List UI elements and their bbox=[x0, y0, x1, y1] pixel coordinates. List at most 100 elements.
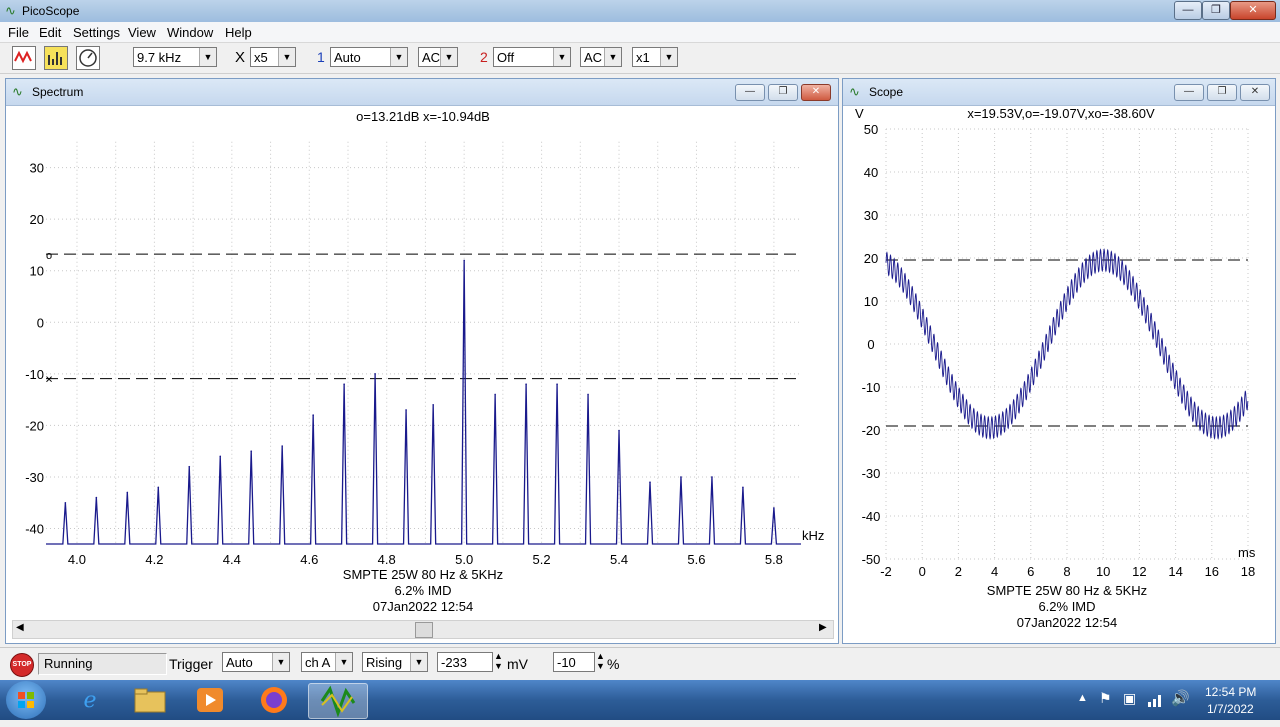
scope-x-tick-label: 12 bbox=[1132, 564, 1146, 579]
pretrigger-unit: % bbox=[607, 656, 620, 672]
menu-window[interactable]: Window bbox=[167, 25, 213, 40]
scroll-left-arrow-icon[interactable]: ◀ bbox=[16, 622, 24, 633]
spectrum-y-tick-label: 30 bbox=[30, 161, 44, 176]
network-signal-icon[interactable] bbox=[1147, 690, 1165, 708]
trigger-label: Trigger bbox=[169, 656, 213, 672]
internet-explorer-icon[interactable]: ℯ bbox=[66, 683, 114, 717]
scope-caption-line: 6.2% IMD bbox=[1038, 599, 1095, 614]
zoom-select[interactable]: x5 ▼ bbox=[250, 47, 296, 67]
spectrum-peak-point bbox=[126, 491, 129, 494]
trigger-level-unit: mV bbox=[507, 656, 528, 672]
menu-help[interactable]: Help bbox=[225, 25, 252, 40]
scope-y-tick-label: -20 bbox=[862, 423, 881, 438]
menu-edit[interactable]: Edit bbox=[39, 25, 61, 40]
spectrum-peak-point bbox=[494, 393, 496, 396]
scope-y-tick-label: 20 bbox=[864, 251, 878, 266]
stop-button[interactable]: STOP bbox=[10, 653, 34, 677]
spectrum-peak-point bbox=[618, 429, 620, 432]
spectrum-peak-point bbox=[95, 496, 98, 499]
channel-1-coupling-select[interactable]: AC ▼ bbox=[418, 47, 458, 67]
show-hidden-icons-icon[interactable]: ▲ bbox=[1077, 692, 1088, 704]
channel-1-range-select[interactable]: Auto ▼ bbox=[330, 47, 408, 67]
scope-x-tick-label: -2 bbox=[880, 564, 892, 579]
minimize-button[interactable]: — bbox=[1174, 1, 1202, 20]
chevron-down-icon: ▼ bbox=[272, 653, 289, 671]
scope-y-tick-label: 10 bbox=[864, 294, 878, 309]
spectrum-y-tick-label: -10 bbox=[25, 367, 44, 382]
spectrum-minimize-button[interactable]: — bbox=[735, 84, 765, 101]
spectrum-window-icon: ∿ bbox=[12, 84, 23, 99]
pretrigger-input[interactable]: -10 bbox=[553, 652, 595, 672]
spectrum-view-icon[interactable] bbox=[44, 46, 68, 70]
spectrum-window: ∿ Spectrum — ❐ ✕ 30 20 10 0 -10 -20 -30 -40 4.0 4… bbox=[5, 78, 839, 644]
menu-file[interactable]: File bbox=[8, 25, 29, 40]
scroll-right-arrow-icon[interactable]: ▶ bbox=[819, 622, 827, 633]
trigger-channel-select[interactable]: ch A ▼ bbox=[301, 652, 353, 672]
x-zoom-label: X bbox=[235, 49, 246, 66]
meter-view-icon[interactable] bbox=[76, 46, 100, 70]
spectrum-x-tick-label: 4.4 bbox=[223, 552, 241, 567]
trigger-level-spinner-icon[interactable]: ▲ ▼ bbox=[494, 651, 503, 671]
spectrum-x-axis-label: kHz bbox=[802, 528, 824, 543]
multiplier-select[interactable]: x1 ▼ bbox=[632, 47, 678, 67]
scope-x-tick-label: 2 bbox=[955, 564, 962, 579]
menu-settings[interactable]: Settings bbox=[73, 25, 120, 40]
device-icon[interactable]: ▣ bbox=[1123, 690, 1136, 707]
spectrum-horizontal-scrollbar[interactable]: ◀ ▶ bbox=[12, 620, 834, 639]
spectrum-trace bbox=[46, 260, 801, 545]
chevron-down-icon: ▼ bbox=[660, 48, 677, 66]
restore-button[interactable]: ❐ bbox=[1202, 1, 1230, 20]
channel-2-coupling-select[interactable]: AC ▼ bbox=[580, 47, 622, 67]
spectrum-peak-point bbox=[64, 501, 67, 504]
spectrum-x-tick-label: 5.2 bbox=[533, 552, 551, 567]
picoscope-taskbar-icon[interactable] bbox=[308, 683, 368, 719]
scope-caption-line: SMPTE 25W 80 Hz & 5KHz bbox=[987, 583, 1147, 598]
chevron-down-icon: ▼ bbox=[553, 48, 570, 66]
channel-1-coupling-value: AC bbox=[422, 50, 441, 65]
timebase-select[interactable]: 9.7 kHz ▼ bbox=[133, 47, 217, 67]
action-center-flag-icon[interactable]: ⚑ bbox=[1099, 690, 1112, 707]
clock-date[interactable]: 1/7/2022 bbox=[1207, 702, 1254, 716]
spectrum-x-tick-label: 5.0 bbox=[455, 552, 473, 567]
spectrum-x-tick-label: 4.8 bbox=[378, 552, 396, 567]
menu-view[interactable]: View bbox=[128, 25, 156, 40]
spectrum-chart: 30 20 10 0 -10 -20 -30 -40 4.0 4.2 4.4 4.6 4.8 5.0 5.2… bbox=[25, 109, 824, 614]
spectrum-close-button[interactable]: ✕ bbox=[801, 84, 831, 101]
spectrum-peak-point bbox=[773, 507, 775, 509]
spectrum-peak-point bbox=[649, 481, 651, 483]
pretrigger-spinner-icon[interactable]: ▲ ▼ bbox=[596, 651, 605, 671]
scope-restore-button[interactable]: ❐ bbox=[1207, 84, 1237, 101]
scope-y-axis-label: V bbox=[855, 106, 864, 121]
spectrum-peak-point bbox=[157, 486, 160, 489]
spectrum-restore-button[interactable]: ❐ bbox=[768, 84, 798, 101]
volume-icon[interactable]: 🔊 bbox=[1171, 689, 1190, 707]
scope-caption-line: 07Jan2022 12:54 bbox=[1017, 615, 1117, 630]
trigger-edge-select[interactable]: Rising ▼ bbox=[362, 652, 428, 672]
close-button[interactable]: ✕ bbox=[1230, 1, 1276, 20]
spectrum-peak-point bbox=[250, 450, 253, 452]
scope-minimize-button[interactable]: — bbox=[1174, 84, 1204, 101]
chevron-down-icon: ▼ bbox=[278, 48, 295, 66]
scope-x-tick-label: 16 bbox=[1205, 564, 1219, 579]
scope-view-icon[interactable] bbox=[12, 46, 36, 70]
start-button[interactable] bbox=[6, 681, 46, 719]
spectrum-scroll-thumb[interactable] bbox=[415, 622, 433, 638]
spectrum-peak-point bbox=[405, 409, 407, 411]
channel-2-range-value: Off bbox=[497, 50, 515, 65]
scope-y-tick-label: -30 bbox=[862, 466, 881, 481]
channel-2-range-select[interactable]: Off ▼ bbox=[493, 47, 571, 67]
media-player-icon[interactable] bbox=[186, 683, 234, 717]
file-explorer-icon[interactable] bbox=[126, 683, 174, 717]
scope-close-button[interactable]: ✕ bbox=[1240, 84, 1270, 101]
spectrum-peak-point bbox=[711, 476, 713, 478]
trigger-level-input[interactable]: -233 bbox=[437, 652, 493, 672]
spectrum-peak-point bbox=[312, 414, 314, 416]
scope-y-tick-label: 50 bbox=[864, 122, 878, 137]
firefox-icon[interactable] bbox=[250, 683, 298, 717]
timebase-value: 9.7 kHz bbox=[137, 50, 182, 65]
toolbar: 9.7 kHz ▼ X x5 ▼ 1 Auto ▼ AC ▼ 2 Off ▼ AC ▼ x1… bbox=[0, 43, 1280, 74]
clock-time[interactable]: 12:54 PM bbox=[1205, 685, 1256, 699]
trigger-mode-select[interactable]: Auto ▼ bbox=[222, 652, 290, 672]
spectrum-y-tick-label: 20 bbox=[30, 212, 44, 227]
spectrum-x-tick-label: 5.8 bbox=[765, 552, 783, 567]
